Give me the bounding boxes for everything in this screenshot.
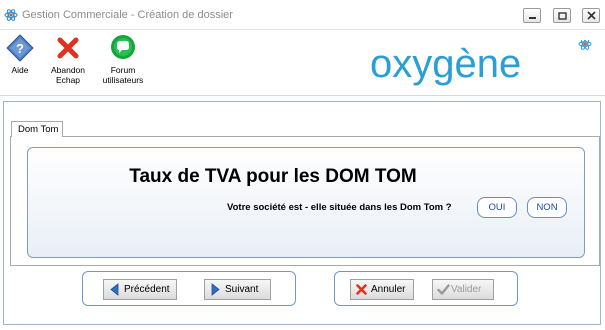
window-title: Gestion Commerciale - Création de dossie… [22, 9, 233, 21]
maximize-button[interactable] [553, 8, 571, 23]
abandon-label-line2: Echap [55, 75, 81, 85]
question-text: Votre société est - elle située dans les… [227, 202, 452, 213]
close-icon [587, 11, 596, 20]
toolbar: ? Aide Abandon Echap Forum utilisateurs … [0, 30, 605, 95]
validate-button[interactable]: Valider [432, 279, 494, 300]
oxygene-logo: oxygène [370, 40, 592, 86]
minimize-button[interactable] [523, 8, 541, 23]
forum-button[interactable]: Forum utilisateurs [96, 34, 150, 85]
cancel-button[interactable]: Annuler [350, 279, 414, 300]
navigation-group: Précédent Suivant [82, 271, 296, 306]
cancel-label: Annuler [371, 284, 406, 295]
red-x-icon [57, 37, 79, 59]
page-heading: Taux de TVA pour les DOM TOM [129, 166, 417, 187]
arrow-left-icon [110, 283, 119, 296]
red-x-icon [356, 284, 367, 295]
title-bar: Gestion Commerciale - Création de dossie… [0, 0, 605, 30]
next-button[interactable]: Suivant [204, 279, 271, 300]
forum-label-line2: utilisateurs [102, 75, 144, 85]
next-label: Suivant [225, 284, 259, 295]
toolbar-separator [0, 95, 605, 96]
non-button[interactable]: NON [527, 197, 567, 218]
previous-button[interactable]: Précédent [103, 279, 177, 300]
abandon-button[interactable]: Abandon Echap [41, 34, 95, 85]
atom-icon [4, 9, 18, 21]
help-button[interactable]: ? Aide [0, 34, 47, 75]
help-label: Aide [11, 65, 29, 75]
restore-icon [558, 12, 567, 20]
tab-dom-tom[interactable]: Dom Tom [11, 121, 63, 137]
close-button[interactable] [582, 8, 600, 23]
logo-atom-icon [578, 40, 592, 50]
svg-text:?: ? [16, 41, 24, 56]
validate-label: Valider [451, 284, 482, 295]
arrow-right-icon [211, 283, 220, 296]
checkmark-icon [437, 284, 450, 295]
oui-button[interactable]: OUI [477, 197, 517, 218]
abandon-label-line1: Abandon [50, 65, 86, 75]
question-box: Taux de TVA pour les DOM TOM Votre socié… [27, 147, 585, 258]
minimize-icon [529, 17, 536, 19]
action-group: Annuler Valider [334, 271, 518, 306]
logo-text: oxygène [370, 42, 521, 86]
previous-label: Précédent [124, 284, 170, 295]
chat-bubble-icon [111, 35, 135, 59]
forum-label-line1: Forum [110, 65, 136, 75]
help-diamond-icon: ? [6, 34, 34, 62]
